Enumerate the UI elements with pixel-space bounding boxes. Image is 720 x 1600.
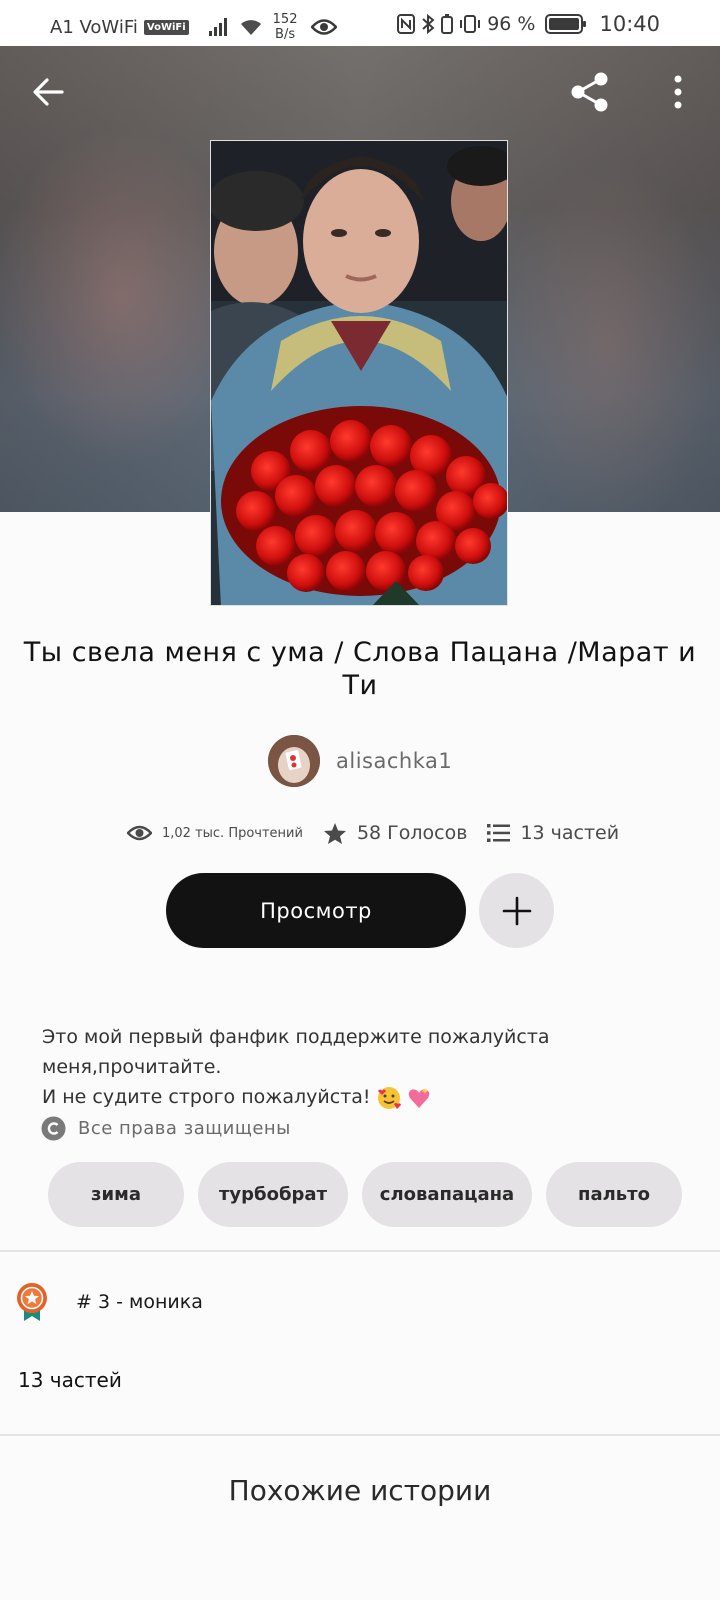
avatar[interactable] bbox=[268, 735, 320, 787]
share-icon[interactable] bbox=[568, 70, 612, 114]
sparkling-heart-emoji-icon bbox=[408, 1087, 429, 1108]
description-line-1: Это мой первый фанфик поддержите пожалуй… bbox=[42, 1026, 550, 1078]
reads-count: 1,02 тыс. Прочтений bbox=[162, 825, 303, 841]
divider bbox=[0, 1434, 720, 1436]
battery-percent: 96 % bbox=[487, 13, 536, 35]
author-row[interactable]: alisachka1 bbox=[268, 735, 452, 787]
speed-value: 152 bbox=[272, 12, 298, 27]
copyright-icon bbox=[41, 1116, 66, 1140]
tag-chip[interactable]: зима bbox=[48, 1162, 184, 1227]
eye-icon bbox=[127, 825, 152, 841]
cover-photo bbox=[211, 141, 507, 605]
clock: 10:40 bbox=[599, 12, 660, 36]
story-stats: 1,02 тыс. Прочтений 58 Голосов 13 частей bbox=[127, 818, 619, 848]
smiling-hearts-emoji-icon bbox=[377, 1086, 401, 1109]
more-vertical-icon[interactable] bbox=[664, 72, 692, 112]
read-button[interactable]: Просмотр bbox=[166, 873, 466, 948]
rank-row[interactable]: # 3 - моника bbox=[16, 1280, 203, 1324]
signal-icon bbox=[208, 18, 227, 36]
rank-label: # 3 - моника bbox=[76, 1291, 203, 1313]
story-title: Ты свела меня с ума / Слова Пацана /Мара… bbox=[23, 637, 697, 701]
votes-stat: 58 Голосов bbox=[323, 822, 467, 845]
copyright-label: Все права защищены bbox=[78, 1117, 291, 1139]
carrier-label: A1 VoWiFi bbox=[50, 16, 138, 38]
parts-stat: 13 частей bbox=[487, 822, 619, 844]
vowifi-badge: VoWiFi bbox=[143, 19, 189, 35]
eye-icon bbox=[311, 19, 338, 35]
vibrate-icon bbox=[460, 15, 481, 33]
battery-level-icon bbox=[545, 14, 587, 34]
arrow-left-icon[interactable] bbox=[28, 72, 68, 112]
reads-stat: 1,02 тыс. Прочтений bbox=[127, 824, 303, 842]
wifi-icon bbox=[240, 20, 261, 35]
star-icon bbox=[323, 822, 346, 844]
tag-chip[interactable]: турбобрат bbox=[198, 1162, 348, 1227]
story-description: Это мой первый фанфик поддержите пожалуй… bbox=[42, 1022, 692, 1112]
parts-count: 13 частей bbox=[520, 822, 620, 844]
battery-icon bbox=[441, 14, 454, 34]
ranking-badge-icon bbox=[17, 1283, 47, 1321]
plus-icon bbox=[502, 896, 531, 925]
status-bar: A1 VoWiFi VoWiFi 152 B/s 96 % 10:40 bbox=[0, 0, 720, 46]
parts-heading[interactable]: 13 частей bbox=[18, 1368, 122, 1392]
bluetooth-icon bbox=[422, 14, 435, 34]
list-icon bbox=[487, 824, 511, 842]
tag-chip[interactable]: пальто bbox=[546, 1162, 682, 1227]
story-cover-image[interactable] bbox=[210, 140, 508, 606]
add-to-library-button[interactable] bbox=[479, 873, 554, 948]
tag-chip[interactable]: словапацана bbox=[362, 1162, 532, 1227]
nfc-icon bbox=[397, 14, 416, 34]
votes-count: 58 Голосов bbox=[356, 822, 468, 844]
divider bbox=[0, 1250, 720, 1252]
similar-stories-title: Похожие истории bbox=[228, 1474, 492, 1507]
tag-list: зима турбобрат словапацана пальто bbox=[48, 1162, 682, 1227]
description-line-2: И не судите строго пожалуйста! bbox=[42, 1086, 371, 1108]
speed-unit: B/s bbox=[275, 27, 296, 42]
copyright-row: Все права защищены bbox=[41, 1114, 291, 1142]
author-name[interactable]: alisachka1 bbox=[336, 749, 452, 773]
